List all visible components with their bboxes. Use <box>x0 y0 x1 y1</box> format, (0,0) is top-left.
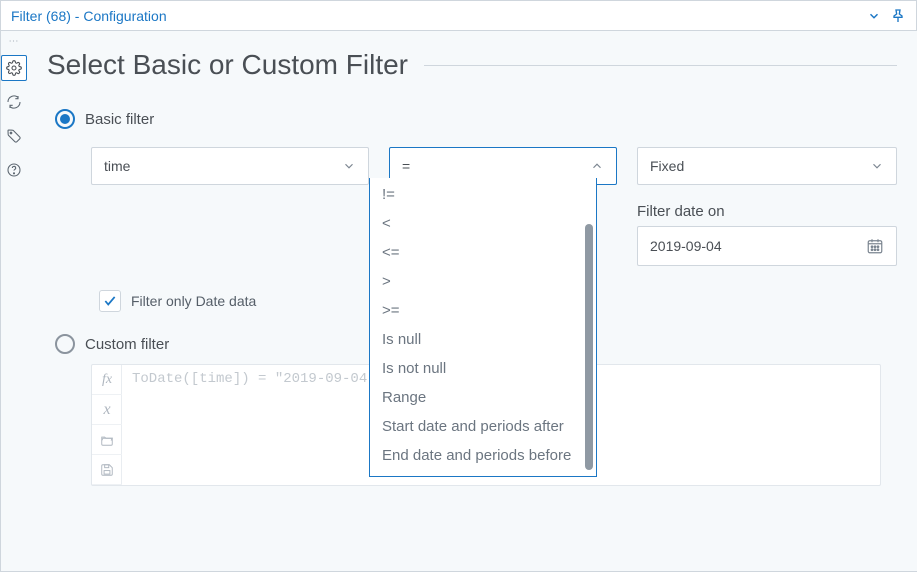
left-rail: ⋯ <box>1 31 27 571</box>
refresh-icon[interactable] <box>1 89 27 115</box>
rail-drag-handle[interactable]: ⋯ <box>9 37 20 47</box>
basic-filter-radio[interactable]: Basic filter <box>55 109 897 129</box>
settings-icon[interactable] <box>1 55 27 81</box>
date-block: Filter date on 2019-09-04 <box>637 203 897 266</box>
titlebar: Filter (68) - Configuration <box>1 1 916 31</box>
checkbox-checked-icon <box>99 290 121 312</box>
operator-option[interactable]: Range <box>370 383 596 412</box>
window-title: Filter (68) - Configuration <box>11 8 167 24</box>
operator-option[interactable]: Start date and periods after <box>370 412 596 441</box>
operator-option[interactable]: > <box>370 267 596 296</box>
collapse-icon[interactable] <box>862 4 886 28</box>
main-panel: Select Basic or Custom Filter Basic filt… <box>27 31 917 571</box>
chevron-down-icon <box>342 159 356 173</box>
field-select[interactable]: time <box>91 147 369 185</box>
field-select-value: time <box>104 158 130 174</box>
operator-option[interactable]: < <box>370 209 596 238</box>
variable-icon[interactable]: x <box>92 395 122 425</box>
save-icon[interactable] <box>92 455 122 485</box>
mode-select-value: Fixed <box>650 158 684 174</box>
operator-option[interactable]: Is null <box>370 325 596 354</box>
date-input[interactable]: 2019-09-04 <box>637 226 897 266</box>
radio-unchecked-icon <box>55 334 75 354</box>
fx-icon[interactable]: fx <box>92 365 122 395</box>
radio-checked-icon <box>55 109 75 129</box>
operator-option[interactable]: End date and periods before <box>370 441 596 470</box>
operator-option[interactable]: <= <box>370 238 596 267</box>
config-window: Filter (68) - Configuration ⋯ <box>0 0 917 572</box>
operator-option[interactable]: Is not null <box>370 354 596 383</box>
calendar-icon <box>866 237 884 255</box>
body: ⋯ <box>1 31 916 571</box>
custom-filter-label: Custom filter <box>85 336 169 353</box>
help-icon[interactable] <box>1 157 27 183</box>
operator-select-value: = <box>402 158 410 174</box>
folder-open-icon[interactable] <box>92 425 122 455</box>
dropdown-scrollbar[interactable] <box>585 224 593 470</box>
operator-dropdown: != < <= > >= Is null Is not null Range S… <box>369 178 597 477</box>
chevron-down-icon <box>870 159 884 173</box>
date-label: Filter date on <box>637 203 897 220</box>
page-title: Select Basic or Custom Filter <box>47 49 408 81</box>
basic-filter-label: Basic filter <box>85 111 154 128</box>
operator-option[interactable]: != <box>370 180 596 209</box>
mode-select[interactable]: Fixed <box>637 147 897 185</box>
checkbox-label: Filter only Date data <box>131 293 256 309</box>
chevron-up-icon <box>590 159 604 173</box>
operator-option[interactable]: >= <box>370 296 596 325</box>
expression-toolbar: fx x <box>92 365 122 485</box>
heading-divider <box>424 65 897 66</box>
date-input-value: 2019-09-04 <box>650 238 722 254</box>
pin-icon[interactable] <box>886 4 910 28</box>
tag-icon[interactable] <box>1 123 27 149</box>
